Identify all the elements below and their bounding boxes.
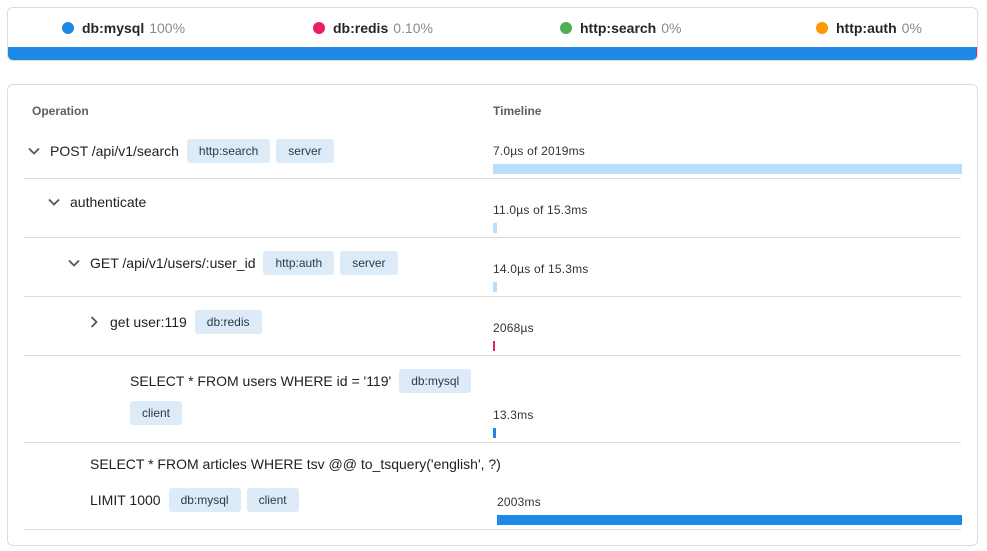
column-header-operation: Operation xyxy=(32,104,89,118)
span-operation-name: GET /api/v1/users/:user_id xyxy=(90,255,256,271)
span-row[interactable]: SELECT * FROM articles WHERE tsv @@ to_t… xyxy=(24,443,962,530)
legend-item-percent: 0.10% xyxy=(393,20,433,36)
span-row[interactable]: POST /api/v1/search http:search server 7.0µ… xyxy=(24,132,962,179)
span-timeline-bar[interactable] xyxy=(493,282,497,292)
legend-item-name: db:mysql xyxy=(82,20,145,36)
legend-item[interactable]: db:mysql 100% xyxy=(62,19,185,37)
span-timeline-bar[interactable] xyxy=(493,428,496,438)
span-timeline-cell: 7.0µs of 2019ms xyxy=(493,132,962,178)
span-timeline-bar[interactable] xyxy=(497,515,962,525)
column-header-timeline: Timeline xyxy=(493,104,542,118)
legend-item[interactable]: http:search 0% xyxy=(560,19,681,37)
span-timeline-bar[interactable] xyxy=(493,164,962,174)
span-row[interactable]: SELECT * FROM users WHERE id = '119' db:m… xyxy=(24,356,961,443)
span-operation-cell: SELECT * FROM users WHERE id = '119' db:m… xyxy=(24,356,479,442)
span-duration-label: 2068µs xyxy=(493,321,534,335)
legend-card: db:mysql 100% db:redis 0.10% http:search 0% ht… xyxy=(7,7,978,61)
trace-card: Operation Timeline POST /api/v1/search ht… xyxy=(7,84,978,546)
legend-color-dot xyxy=(313,22,325,34)
legend-proportion-bar xyxy=(8,47,977,60)
span-duration-label: 13.3ms xyxy=(493,408,534,422)
span-operation-cell: get user:119 db:redis xyxy=(24,297,479,355)
span-tag[interactable]: db:mysql xyxy=(168,488,241,512)
span-operation-line: authenticate xyxy=(44,192,146,212)
legend-color-dot xyxy=(62,22,74,34)
span-tag[interactable]: client xyxy=(130,401,183,425)
legend-bar-segment xyxy=(976,47,977,60)
span-timeline-cell: 2068µs xyxy=(493,297,961,355)
span-duration-label: 7.0µs of 2019ms xyxy=(493,144,585,158)
span-tag[interactable]: http:auth xyxy=(263,251,335,275)
span-duration-label: 2003ms xyxy=(497,495,541,509)
legend-item-name: db:redis xyxy=(333,20,389,36)
span-operation-name: SELECT * FROM articles WHERE tsv @@ to_t… xyxy=(90,456,501,472)
chevron-down-icon[interactable] xyxy=(24,141,44,161)
span-row[interactable]: authenticate 11.0µs of 15.3ms xyxy=(24,179,961,238)
span-operation-line: POST /api/v1/search http:search server xyxy=(24,139,334,163)
span-operation-line: SELECT * FROM users WHERE id = '119' db:m… xyxy=(130,369,472,393)
span-operation-name: LIMIT 1000 xyxy=(90,492,161,508)
span-tag[interactable]: db:redis xyxy=(194,310,262,334)
span-tag[interactable]: http:search xyxy=(186,139,271,163)
span-operation-line: LIMIT 1000 db:mysql client xyxy=(90,488,299,512)
span-operation-cell: POST /api/v1/search http:search server xyxy=(24,132,479,178)
span-operation-line: GET /api/v1/users/:user_id http:auth serve… xyxy=(64,251,398,275)
legend-bar-segment xyxy=(8,47,977,60)
span-timeline-cell: 2003ms xyxy=(493,443,962,529)
chevron-down-icon[interactable] xyxy=(64,253,84,273)
span-tag[interactable]: server xyxy=(340,251,398,275)
span-timeline-cell: 11.0µs of 15.3ms xyxy=(493,179,961,237)
legend-item[interactable]: http:auth 0% xyxy=(816,19,922,37)
legend-item-percent: 0% xyxy=(901,20,922,36)
legend-item-name: http:auth xyxy=(836,20,897,36)
span-operation-cell: GET /api/v1/users/:user_id http:auth serve… xyxy=(24,238,479,296)
span-duration-label: 11.0µs of 15.3ms xyxy=(493,203,588,217)
span-row[interactable]: GET /api/v1/users/:user_id http:auth serve… xyxy=(24,238,961,297)
chevron-right-icon[interactable] xyxy=(84,312,104,332)
span-operation-line: get user:119 db:redis xyxy=(84,310,262,334)
span-operation-name: authenticate xyxy=(70,194,147,210)
span-operation-line: SELECT * FROM articles WHERE tsv @@ to_t… xyxy=(90,456,501,472)
span-duration-label: 14.0µs of 15.3ms xyxy=(493,262,589,276)
span-operation-name: POST /api/v1/search xyxy=(50,143,179,159)
span-timeline-cell: 13.3ms xyxy=(493,356,961,442)
span-operation-cell: authenticate xyxy=(24,179,479,237)
legend-item-percent: 100% xyxy=(149,20,186,36)
span-operation-name: get user:119 xyxy=(110,314,187,330)
span-timeline-cell: 14.0µs of 15.3ms xyxy=(493,238,961,296)
span-timeline-bar[interactable] xyxy=(493,223,497,233)
span-tag[interactable]: db:mysql xyxy=(399,369,472,393)
span-operation-cell: SELECT * FROM articles WHERE tsv @@ to_t… xyxy=(24,443,501,529)
span-operation-line: client xyxy=(130,401,183,425)
legend-item-percent: 0% xyxy=(661,20,682,36)
span-timeline-bar[interactable] xyxy=(493,341,495,351)
span-operation-name: SELECT * FROM users WHERE id = '119' xyxy=(130,373,392,389)
span-tag[interactable]: server xyxy=(276,139,334,163)
legend-color-dot xyxy=(560,22,572,34)
span-tag[interactable]: client xyxy=(246,488,299,512)
legend-item-name: http:search xyxy=(580,20,657,36)
chevron-down-icon[interactable] xyxy=(44,192,64,212)
legend-item[interactable]: db:redis 0.10% xyxy=(313,19,433,37)
legend-color-dot xyxy=(816,22,828,34)
span-row[interactable]: get user:119 db:redis 2068µs xyxy=(24,297,961,356)
